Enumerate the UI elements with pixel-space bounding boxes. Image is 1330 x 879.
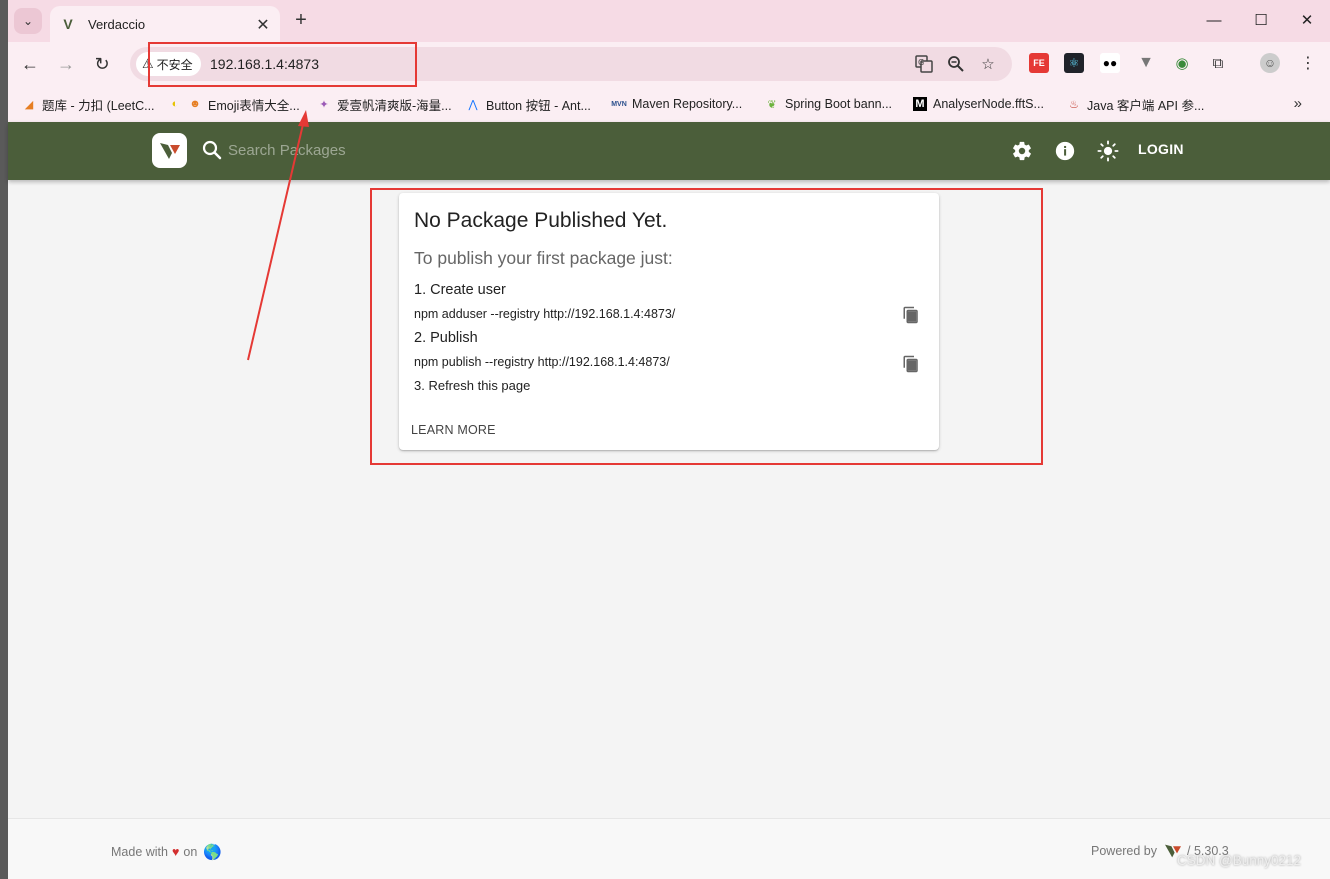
bookmark-label: Emoji表情大全... — [208, 98, 300, 113]
reload-button[interactable]: ↻ — [90, 52, 114, 76]
info-icon[interactable] — [1053, 139, 1077, 163]
tab-strip: ⌄ V Verdaccio ✕ + — ☐ ✕ — [8, 0, 1330, 42]
bookmark-label: Maven Repository... — [632, 97, 743, 111]
heart-icon: ♥ — [171, 845, 180, 859]
footer-made-with: Made with ♥ on 🌎 — [111, 843, 222, 861]
annotation-card-highlight — [370, 188, 1043, 465]
verdaccio-favicon-icon: V — [63, 16, 73, 32]
fe-extension-icon[interactable]: FE — [1029, 53, 1049, 73]
search-input[interactable] — [228, 138, 528, 162]
chevron-down-icon: ⌄ — [22, 14, 34, 28]
back-button[interactable]: ← — [18, 52, 42, 76]
bookmark-star-icon[interactable]: ☆ — [978, 54, 998, 74]
spring-leaf-icon: ❦ — [767, 98, 777, 111]
footer: Made with ♥ on 🌎 Powered by / 5.30.3 — [8, 818, 1330, 879]
leetcode-icon: ◢ — [24, 98, 34, 111]
ant-design-icon: ⋀ — [468, 98, 478, 111]
bookmark-label: 爱壹帆清爽版-海量... — [337, 98, 452, 113]
tab-title: Verdaccio — [88, 16, 146, 32]
browser-tab[interactable]: V Verdaccio ✕ — [50, 6, 280, 42]
login-button[interactable]: LOGIN — [1138, 141, 1184, 157]
java-icon: ♨ — [1069, 98, 1079, 111]
zoom-icon[interactable] — [946, 54, 966, 74]
translate-icon[interactable]: G — [914, 54, 934, 74]
bookmarks-bar: ◢ 题库 - 力扣 (LeetC... ◐ ☻ Emoji表情大全... ✦ 爱… — [8, 86, 1330, 122]
new-tab-button[interactable]: + — [291, 10, 311, 30]
maximize-button[interactable]: ☐ — [1251, 10, 1271, 30]
bookmark-java-client[interactable]: ♨ Java 客户端 API 参... — [1067, 93, 1204, 115]
bookmark-label: 题库 - 力扣 (LeetC... — [42, 98, 155, 113]
bookmark-label: Java 客户端 API 参... — [1087, 98, 1205, 113]
tab-list-button[interactable]: ⌄ — [14, 8, 42, 34]
svg-text:G: G — [918, 58, 924, 67]
watermark-text: CSDN @Bunny0212 — [1177, 853, 1302, 868]
annotation-url-highlight — [148, 42, 417, 87]
profile-avatar[interactable]: ☺ — [1260, 53, 1280, 73]
emoji-face-icon: ☻ — [189, 98, 201, 110]
made-with-text: Made with — [111, 845, 168, 859]
app-header: LOGIN — [8, 122, 1330, 180]
verdaccio-logo[interactable] — [152, 133, 187, 168]
mdn-icon: M — [913, 97, 927, 111]
bookmark-leetcode[interactable]: ◢ 题库 - 力扣 (LeetC... — [22, 93, 155, 115]
mask-extension-icon[interactable]: ●● — [1100, 53, 1120, 73]
bookmark-label: Spring Boot bann... — [785, 97, 893, 111]
settings-gear-icon[interactable] — [1010, 139, 1034, 163]
earth-extension-icon[interactable]: ◉ — [1172, 53, 1192, 73]
on-text: on — [183, 845, 198, 859]
bookmark-spring-boot[interactable]: ❦ Spring Boot bann... — [765, 93, 892, 115]
bookmark-emoji[interactable]: ◐ ☻ Emoji表情大全... — [168, 93, 300, 115]
menu-kebab-icon[interactable]: ⋮ — [1298, 53, 1318, 73]
globe-icon[interactable]: 🌎 — [203, 843, 222, 861]
extensions-puzzle-icon[interactable]: ⧉ — [1208, 53, 1228, 73]
theme-sun-icon[interactable] — [1096, 139, 1120, 163]
bookmark-iyf[interactable]: ✦ 爱壹帆清爽版-海量... — [317, 93, 452, 115]
react-devtools-icon[interactable]: ⚛ — [1064, 53, 1084, 73]
bookmark-label: AnalyserNode.fftS... — [933, 97, 1044, 111]
minimize-button[interactable]: — — [1204, 10, 1224, 30]
maven-icon: MVN — [611, 100, 627, 108]
powered-by-text: Powered by — [1091, 844, 1158, 858]
bookmark-ant-button[interactable]: ⋀ Button 按钮 - Ant... — [466, 93, 591, 115]
bookmark-label: Button 按钮 - Ant... — [486, 98, 591, 113]
search-icon — [202, 140, 222, 160]
vue-devtools-icon[interactable]: ▼ — [1136, 53, 1156, 73]
forward-button[interactable]: → — [54, 52, 78, 76]
tab-close-icon[interactable]: ✕ — [254, 15, 272, 35]
emoji-site-icon: ◐ — [171, 98, 179, 110]
bookmarks-overflow-icon[interactable]: » — [1294, 95, 1302, 112]
bookmark-mdn[interactable]: M AnalyserNode.fftS... — [913, 93, 1044, 115]
bookmark-maven[interactable]: MVN Maven Repository... — [611, 93, 743, 115]
close-window-button[interactable]: ✕ — [1297, 10, 1317, 30]
iyf-icon: ✦ — [319, 98, 329, 111]
